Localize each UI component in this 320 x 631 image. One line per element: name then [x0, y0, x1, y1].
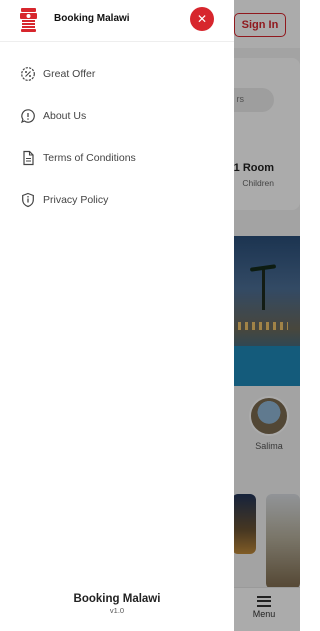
menu-item-label: Terms of Conditions: [43, 152, 136, 164]
info-bubble-icon: [20, 109, 35, 124]
menu-item-label: Privacy Policy: [43, 194, 109, 206]
menu-item-terms[interactable]: Terms of Conditions: [20, 147, 220, 169]
shield-icon: [22, 192, 34, 208]
menu-item-about-us[interactable]: About Us: [20, 105, 220, 127]
navigation-drawer: Booking Malawi ✕ Great Offer About Us Te…: [0, 0, 234, 631]
menu-item-privacy-policy[interactable]: Privacy Policy: [20, 189, 220, 211]
drawer-header: Booking Malawi ✕: [0, 0, 234, 42]
drawer-title: Booking Malawi: [54, 13, 130, 24]
close-drawer-button[interactable]: ✕: [190, 7, 214, 31]
menu-item-label: Great Offer: [43, 68, 96, 80]
drawer-footer-title: Booking Malawi: [73, 593, 161, 605]
app-version: v1.0: [109, 606, 125, 615]
close-icon: ✕: [196, 12, 208, 26]
app-logo-icon: [20, 8, 37, 32]
offer-icon: [21, 67, 35, 81]
menu-item-great-offer[interactable]: Great Offer: [20, 63, 220, 85]
menu-item-label: About Us: [43, 110, 87, 122]
document-icon: [23, 150, 34, 166]
